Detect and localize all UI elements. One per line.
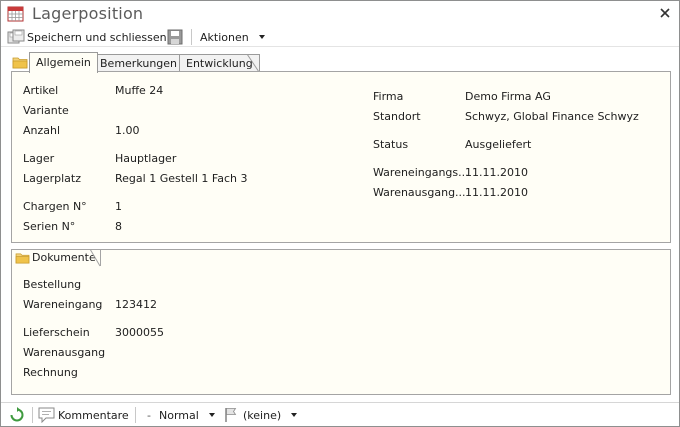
status-bar: Kommentare - Normal (keine) [1, 402, 679, 426]
title-bar: Lagerposition [1, 1, 679, 27]
priority-dash-icon: - [147, 408, 151, 422]
comments-button[interactable]: Kommentare [38, 406, 129, 424]
lagerplatz-label: Lagerplatz [23, 172, 82, 185]
chevron-down-icon [208, 413, 215, 417]
standort-label: Standort [373, 110, 421, 123]
statusbar-separator [135, 407, 136, 423]
chevron-down-icon [258, 35, 265, 39]
serien-label: Serien N° [23, 220, 76, 233]
tab-allgemein[interactable]: Allgemein [29, 52, 98, 73]
standort-value: Schwyz, Global Finance Schwyz [465, 110, 639, 123]
warenausgang-datum-value: 11.11.2010 [465, 186, 528, 199]
chevron-down-icon [291, 413, 298, 417]
folder-icon [15, 253, 30, 264]
flag-label: (keine) [243, 408, 282, 422]
flag-dropdown[interactable]: (keine) [224, 406, 298, 424]
window-title: Lagerposition [32, 4, 144, 23]
bestellung-label: Bestellung [23, 278, 82, 291]
status-value: Ausgeliefert [465, 138, 532, 151]
toolbar-separator [191, 29, 192, 45]
wareneingang-value: 123412 [115, 298, 157, 311]
refresh-button[interactable] [9, 406, 25, 424]
warenausgang-datum-label: Warenausgang... [373, 186, 466, 199]
group-tab-edge [90, 249, 101, 267]
comment-bubble-icon [38, 407, 55, 423]
actions-label: Aktionen [200, 30, 249, 44]
artikel-value: Muffe 24 [115, 84, 164, 97]
flag-icon [225, 408, 237, 422]
save-close-icon [7, 29, 25, 44]
lager-value: Hauptlager [115, 152, 177, 165]
tab-bemerkungen[interactable]: Bemerkungen [93, 54, 185, 72]
lieferschein-value: 3000055 [115, 326, 164, 339]
wareneingang-label: Wareneingang [23, 298, 103, 311]
calendar-grid-icon [7, 6, 24, 22]
serien-value: 8 [115, 220, 122, 233]
rechnung-label: Rechnung [23, 366, 78, 379]
chargen-label: Chargen N° [23, 200, 87, 213]
refresh-icon [10, 407, 24, 422]
comments-label: Kommentare [58, 408, 129, 422]
status-label: Status [373, 138, 409, 151]
anzahl-value: 1.00 [115, 124, 140, 137]
save-and-close-label: Speichern und schliessen [27, 30, 167, 44]
statusbar-separator [32, 407, 33, 423]
documents-title: Dokumente [32, 251, 96, 264]
floppy-disk-icon [167, 29, 183, 45]
toolbar: Speichern und schliessen Aktionen [1, 27, 679, 47]
anzahl-label: Anzahl [23, 124, 61, 137]
lagerposition-window: Lagerposition Speichern und schliessen A… [0, 0, 680, 427]
chargen-value: 1 [115, 200, 122, 213]
lagerplatz-value: Regal 1 Gestell 1 Fach 3 [115, 172, 248, 185]
general-panel: Artikel Muffe 24 Variante Anzahl 1.00 La… [11, 71, 671, 243]
lager-label: Lager [23, 152, 55, 165]
save-and-close-button[interactable]: Speichern und schliessen [7, 28, 167, 46]
documents-panel: Bestellung Wareneingang 123412 Liefersch… [11, 249, 671, 395]
save-button[interactable] [167, 28, 183, 46]
priority-dropdown[interactable]: - Normal [147, 406, 215, 424]
wareneingang-datum-value: 11.11.2010 [465, 166, 528, 179]
wareneingang-datum-label: Wareneingangs... [373, 166, 469, 179]
documents-group-header: Dokumente [11, 249, 101, 266]
priority-label: Normal [158, 408, 199, 422]
close-icon[interactable] [657, 5, 673, 21]
firma-value: Demo Firma AG [465, 90, 551, 103]
lieferschein-label: Lieferschein [23, 326, 90, 339]
variante-label: Variante [23, 104, 69, 117]
firma-label: Firma [373, 90, 404, 103]
tab-strip: Allgemein Bemerkungen Entwicklung [1, 52, 679, 73]
warenausgang-label: Warenausgang [23, 346, 106, 359]
artikel-label: Artikel [23, 84, 59, 97]
actions-menu-button[interactable]: Aktionen [200, 28, 265, 46]
